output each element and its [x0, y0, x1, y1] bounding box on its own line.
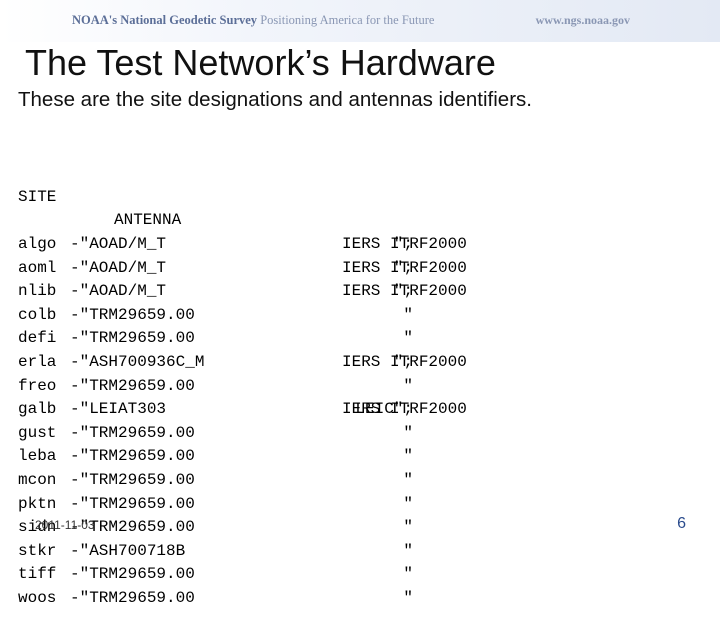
site-cell: pktn [18, 494, 57, 513]
antenna-cell: -"ASH700936C_M [70, 352, 205, 371]
banner-tagline: Positioning America for the Future [260, 13, 435, 27]
header-site: SITE [18, 187, 57, 206]
table-row: galb -"LEIAT303 LEIC"; IERS ITRF2000 [18, 398, 578, 422]
radome-cell: " [403, 305, 413, 324]
table-row: nlib -"AOAD/M_T "; IERS ITRF2000 [18, 280, 578, 304]
radome-cell: " [403, 423, 413, 442]
site-cell: stkr [18, 541, 57, 560]
table-header-row: SITE ANTENNA [18, 162, 578, 230]
page-number: 6 [677, 515, 686, 532]
site-cell: erla [18, 352, 57, 371]
antenna-cell: -"TRM29659.00 [70, 376, 195, 395]
table-body: algo -"AOAD/M_T "; IERS ITRF2000 aoml -"AOAD/… [18, 233, 578, 611]
antenna-cell: -"TRM29659.00 [70, 329, 195, 348]
reference-cell: IERS ITRF2000 [342, 258, 467, 277]
header-antenna: ANTENNA [114, 211, 182, 230]
table-row: gust -"TRM29659.00 " [18, 422, 578, 446]
table-row: aoml -"AOAD/M_T "; IERS ITRF2000 [18, 257, 578, 281]
radome-cell: " [403, 494, 413, 513]
hardware-table: SITE ANTENNA algo -"AOAD/M_T "; IERS ITRF20… [18, 115, 578, 634]
table-row: algo -"AOAD/M_T "; IERS ITRF2000 [18, 233, 578, 257]
radome-cell: " [403, 447, 413, 466]
site-cell: aoml [18, 258, 57, 277]
radome-cell: " [403, 518, 413, 537]
slide-title: The Test Network’s Hardware [25, 42, 496, 83]
radome-cell: " [403, 565, 413, 584]
banner-tagline-line: NOAA's National Geodetic Survey Position… [72, 13, 434, 28]
antenna-cell: -"AOAD/M_T [70, 282, 167, 301]
table-row: tiff -"TRM29659.00 " [18, 563, 578, 587]
site-cell: defi [18, 329, 57, 348]
radome-cell: " [403, 541, 413, 560]
reference-cell: IERS ITRF2000 [342, 282, 467, 301]
site-cell: leba [18, 447, 57, 466]
antenna-cell: -"TRM29659.00 [70, 565, 195, 584]
antenna-cell: -"TRM29659.00 [70, 494, 195, 513]
table-row: leba -"TRM29659.00 " [18, 445, 578, 469]
site-cell: tiff [18, 565, 57, 584]
antenna-cell: -"ASH700718B [70, 541, 186, 560]
slide-subtitle: These are the site designations and ante… [18, 88, 532, 111]
radome-cell: " [403, 470, 413, 489]
table-row: erla -"ASH700936C_M "; IERS ITRF2000 [18, 351, 578, 375]
table-row: freo -"TRM29659.00 " [18, 375, 578, 399]
header-banner: NOAA's National Geodetic Survey Position… [0, 0, 720, 42]
table-row: woos -"TRM29659.00 " [18, 587, 578, 611]
antenna-cell: -"AOAD/M_T [70, 258, 167, 277]
radome-cell: " [403, 376, 413, 395]
table-row: stkr -"ASH700718B " [18, 540, 578, 564]
antenna-cell: -"AOAD/M_T [70, 234, 167, 253]
table-row: pktn -"TRM29659.00 " [18, 493, 578, 517]
site-cell: mcon [18, 470, 57, 489]
site-cell: freo [18, 376, 57, 395]
footer-date: 2011-11-03 [35, 518, 95, 532]
radome-cell: " [403, 588, 413, 607]
antenna-cell: -"TRM29659.00 [70, 423, 195, 442]
antenna-cell: -"TRM29659.00 [70, 305, 195, 324]
table-row: sidn -"TRM29659.00 " [18, 516, 578, 540]
site-cell: woos [18, 588, 57, 607]
site-cell: galb [18, 400, 57, 419]
table-row: defi -"TRM29659.00 " [18, 327, 578, 351]
reference-cell: IERS ITRF2000 [342, 400, 467, 419]
radome-cell: " [403, 329, 413, 348]
antenna-cell: -"TRM29659.00 [70, 470, 195, 489]
banner-url: www.ngs.noaa.gov [535, 13, 630, 27]
reference-cell: IERS ITRF2000 [342, 234, 467, 253]
antenna-cell: -"LEIAT303 [70, 400, 167, 419]
table-row: mcon -"TRM29659.00 " [18, 469, 578, 493]
antenna-cell: -"TRM29659.00 [70, 447, 195, 466]
site-cell: gust [18, 423, 57, 442]
antenna-cell: -"TRM29659.00 [70, 588, 195, 607]
site-cell: algo [18, 234, 57, 253]
site-cell: colb [18, 305, 57, 324]
banner-org: NOAA's National Geodetic Survey [72, 13, 258, 27]
site-cell: nlib [18, 282, 57, 301]
table-row: colb -"TRM29659.00 " [18, 304, 578, 328]
reference-cell: IERS ITRF2000 [342, 352, 467, 371]
